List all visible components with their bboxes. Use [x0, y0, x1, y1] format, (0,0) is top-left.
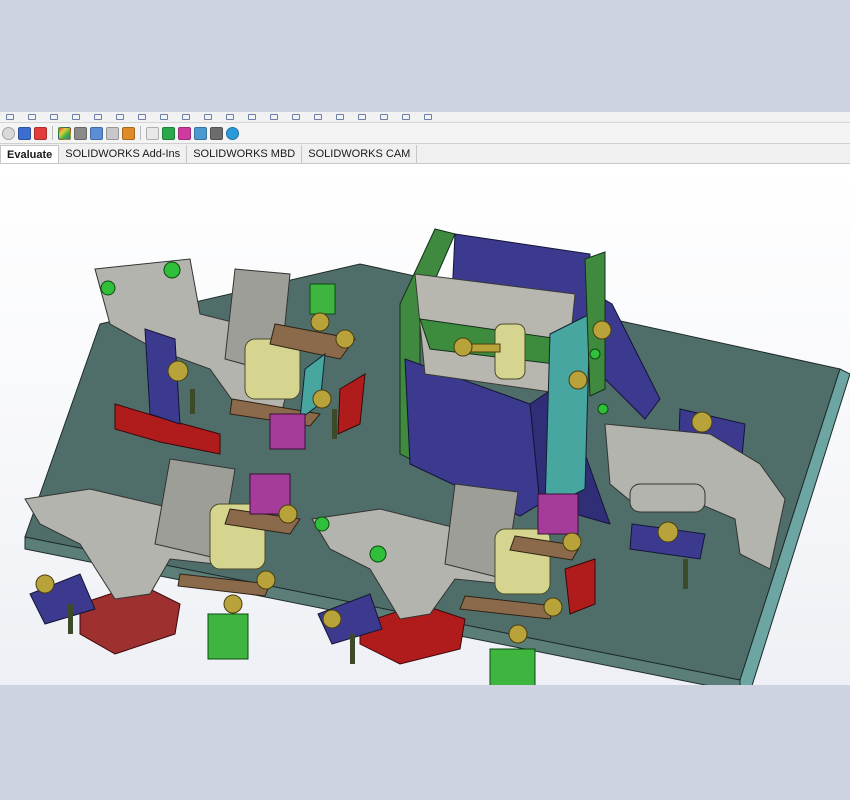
clamp-green-block [489, 648, 536, 685]
clamp-bolt [256, 570, 276, 590]
clamp-pivot-pin [314, 516, 330, 532]
section-view-icon[interactable] [292, 114, 300, 120]
open-icon[interactable] [28, 114, 36, 120]
clamp-bolt [322, 609, 342, 629]
undo-icon[interactable] [94, 114, 102, 120]
view-settings-icon[interactable] [424, 114, 432, 120]
graphics-area[interactable] [0, 164, 850, 685]
clamp-rod [332, 409, 337, 439]
edit-appearance-icon[interactable] [380, 114, 388, 120]
clamp-bolt [691, 411, 713, 433]
hide-show-items-icon[interactable] [358, 114, 366, 120]
clamp-green-block [207, 613, 249, 660]
redo-icon[interactable] [116, 114, 124, 120]
symmetry-check-icon[interactable] [194, 126, 207, 140]
tab-evaluate[interactable]: Evaluate [0, 145, 60, 163]
fixture-bolt [453, 337, 473, 357]
clamp-bolt [312, 389, 332, 409]
clamp-pivot-pin [163, 261, 181, 279]
clamp-cylinder [629, 483, 706, 513]
compare-documents-icon[interactable] [210, 126, 223, 140]
zoom-to-area-icon[interactable] [248, 114, 256, 120]
undercut-analysis-icon[interactable] [146, 126, 159, 140]
clamp-bolt [278, 504, 298, 524]
previous-view-icon[interactable] [270, 114, 278, 120]
fixture-bolt [592, 320, 612, 340]
display-style-icon[interactable] [336, 114, 344, 120]
interference-detection-icon[interactable] [18, 126, 31, 140]
fixture-bolt [568, 370, 588, 390]
separator [52, 126, 53, 140]
command-manager-tabs: Evaluate SOLIDWORKS Add-Ins SOLIDWORKS M… [0, 144, 850, 164]
clamp-bolt [335, 329, 355, 349]
parting-line-analysis-icon[interactable] [162, 126, 175, 140]
design-checker-icon[interactable] [2, 126, 15, 140]
fixture-locator-pin [589, 348, 601, 360]
clamp-green-block [309, 283, 336, 315]
clamp-rod [68, 604, 73, 634]
clamp-bolt [223, 594, 243, 614]
clamp-bolt [508, 624, 528, 644]
apply-scene-icon[interactable] [402, 114, 410, 120]
fixture-locator-pin [597, 403, 609, 415]
print-icon[interactable] [72, 114, 80, 120]
view-orientation-icon[interactable] [314, 114, 322, 120]
clamp-magenta-block [537, 493, 579, 535]
clamp-pivot-pin [369, 545, 387, 563]
performance-evaluation-icon[interactable] [226, 126, 239, 140]
fixture-assembly-model[interactable] [0, 164, 850, 685]
select-icon[interactable] [138, 114, 146, 120]
clamp-bolt [310, 312, 330, 332]
measure-icon[interactable] [34, 126, 47, 140]
tab-solidworks-mbd[interactable]: SOLIDWORKS MBD [187, 145, 303, 163]
clamp-rod [190, 389, 195, 414]
clamp-bolt [657, 521, 679, 543]
draft-analysis-icon[interactable] [122, 126, 135, 140]
evaluate-toolbar [0, 123, 850, 144]
clamp-red-pad [564, 558, 596, 615]
main-toolbar [0, 112, 850, 123]
fixture-screw [469, 343, 501, 353]
clamp-bolt [167, 360, 189, 382]
thickness-analysis-icon[interactable] [178, 126, 191, 140]
tab-solidworks-cam[interactable]: SOLIDWORKS CAM [302, 145, 418, 163]
clamp-pivot-pin [100, 280, 116, 296]
clamp-bolt [562, 532, 582, 552]
mass-properties-icon[interactable] [74, 126, 87, 140]
section-properties-icon[interactable] [90, 126, 103, 140]
options-icon[interactable] [204, 114, 212, 120]
save-icon[interactable] [50, 114, 58, 120]
solidworks-window: Evaluate SOLIDWORKS Add-Ins SOLIDWORKS M… [0, 112, 850, 685]
rebuild-icon[interactable] [160, 114, 168, 120]
clamp-magenta-block [269, 413, 306, 450]
clamp-rod [683, 559, 688, 589]
separator [140, 126, 141, 140]
appearance-icon[interactable] [58, 126, 71, 140]
clamp-rod [350, 634, 355, 664]
zoom-to-fit-icon[interactable] [226, 114, 234, 120]
check-icon[interactable] [106, 126, 119, 140]
new-document-icon[interactable] [6, 114, 14, 120]
tab-solidworks-add-ins[interactable]: SOLIDWORKS Add-Ins [59, 145, 188, 163]
clamp-bolt [35, 574, 55, 594]
clamp-bolt [543, 597, 563, 617]
fixture-cyan-plate [544, 313, 591, 510]
file-properties-icon[interactable] [182, 114, 190, 120]
